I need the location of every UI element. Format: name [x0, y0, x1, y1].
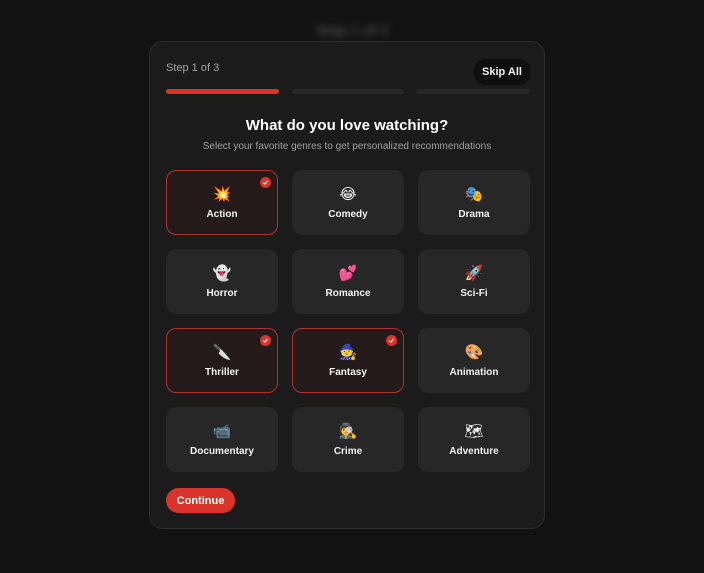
animation-icon: 🎨	[464, 343, 484, 361]
checkmark-icon	[386, 335, 397, 346]
genre-selection-modal: Step 1 of 3 Skip All What do you love wa…	[149, 41, 545, 529]
genre-card-drama[interactable]: 🎭 Drama	[418, 170, 530, 235]
drama-icon: 🎭	[464, 185, 484, 203]
genre-card-sci-fi[interactable]: 🚀 Sci-Fi	[418, 249, 530, 314]
documentary-icon: 📹	[212, 422, 232, 440]
genre-card-romance[interactable]: 💕 Romance	[292, 249, 404, 314]
comedy-icon: 😂	[339, 185, 357, 203]
fantasy-icon: 🧙	[338, 343, 358, 361]
genre-card-documentary[interactable]: 📹 Documentary	[166, 407, 278, 472]
sci-fi-icon: 🚀	[464, 264, 484, 282]
genre-label: Romance	[325, 288, 371, 299]
genre-label: Adventure	[449, 446, 499, 457]
genre-label: Comedy	[328, 209, 368, 220]
horror-icon: 👻	[212, 264, 232, 282]
genre-label: Fantasy	[329, 367, 367, 378]
genre-card-thriller[interactable]: 🔪 Thriller	[166, 328, 278, 393]
genre-card-comedy[interactable]: 😂 Comedy	[292, 170, 404, 235]
page-title: What do you love watching?	[245, 117, 449, 134]
genre-label: Thriller	[205, 367, 239, 378]
adventure-icon: 🗺	[464, 422, 484, 440]
crime-icon: 🕵	[338, 422, 358, 440]
genre-label: Action	[206, 209, 238, 220]
checkmark-icon	[260, 335, 271, 346]
continue-button[interactable]: Continue	[166, 488, 235, 513]
romance-icon: 💕	[338, 264, 358, 282]
genre-label: Drama	[458, 209, 490, 220]
progress-segment-2	[291, 89, 405, 94]
genre-card-action[interactable]: 💥 Action	[166, 170, 278, 235]
progress-segment-3	[417, 89, 531, 94]
progress-segment-1	[166, 89, 279, 94]
genre-card-fantasy[interactable]: 🧙 Fantasy	[292, 328, 404, 393]
genre-card-adventure[interactable]: 🗺 Adventure	[418, 407, 530, 472]
genre-label: Crime	[333, 446, 363, 457]
genre-card-animation[interactable]: 🎨 Animation	[418, 328, 530, 393]
thriller-icon: 🔪	[212, 343, 232, 361]
genre-grid: 💥 Action 😂 Comedy 🎭 Drama 👻 Horror 💕 Romance 🚀 Sci-…	[166, 170, 530, 472]
checkmark-icon	[260, 177, 271, 188]
genre-card-crime[interactable]: 🕵 Crime	[292, 407, 404, 472]
genre-label: Horror	[206, 288, 238, 299]
genre-label: Animation	[449, 367, 499, 378]
genre-label: Documentary	[190, 446, 254, 457]
background-page-title: Step 1 of 3	[316, 22, 388, 38]
skip-all-button[interactable]: Skip All	[473, 59, 531, 85]
progress-bar	[166, 89, 531, 94]
page-subtitle: Select your favorite genres to get perso…	[202, 141, 492, 152]
step-indicator: Step 1 of 3	[166, 62, 220, 74]
genre-card-horror[interactable]: 👻 Horror	[166, 249, 278, 314]
action-icon: 💥	[212, 185, 232, 203]
genre-label: Sci-Fi	[460, 288, 488, 299]
